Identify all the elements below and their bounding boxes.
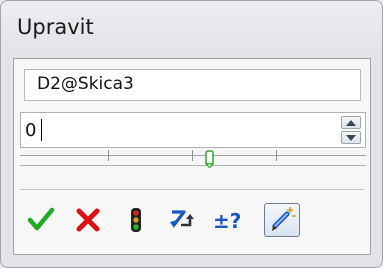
value-slider[interactable] [20,150,366,169]
ok-button[interactable] [24,203,60,237]
slider-tick [276,150,277,161]
triangle-up-icon [346,120,356,126]
cancel-button[interactable] [70,203,106,237]
tolerance-button[interactable]: ±? [210,203,246,237]
value-input-row [20,112,366,148]
dimension-panel: D2@Skica3 0 ±? [13,58,371,255]
text-caret [41,119,42,141]
dimension-value-input[interactable] [23,115,323,145]
spin-up-button[interactable] [341,116,361,129]
slider-thumb[interactable] [204,150,215,169]
divider [20,189,364,190]
dialog-toolbar: ±? [18,199,366,243]
rebuild-arrow-icon [170,210,194,228]
dimension-name-field[interactable]: D2@Skica3 [24,69,361,101]
spin-down-button[interactable] [341,131,361,144]
value-spinner [341,116,361,144]
rebuild-button[interactable] [118,203,154,237]
dialog-title: Upravit [17,15,94,39]
edit-dimension-dialog: Upravit D2@Skica3 0 ±? [0,0,383,268]
triangle-down-icon [346,135,356,141]
tolerance-icon: ±? [213,209,241,233]
checkmark-icon [27,207,55,231]
slider-tick [108,150,109,161]
mark-for-drawing-button[interactable] [264,203,300,237]
svg-text:±?: ±? [213,209,241,233]
traffic-light-icon [131,208,141,232]
title-bar[interactable]: Upravit [1,1,382,51]
cancel-x-icon [76,208,100,232]
slider-tick [192,150,193,161]
reverse-direction-button[interactable] [164,203,200,237]
slider-track [20,155,366,156]
pencil-icon [272,207,296,231]
